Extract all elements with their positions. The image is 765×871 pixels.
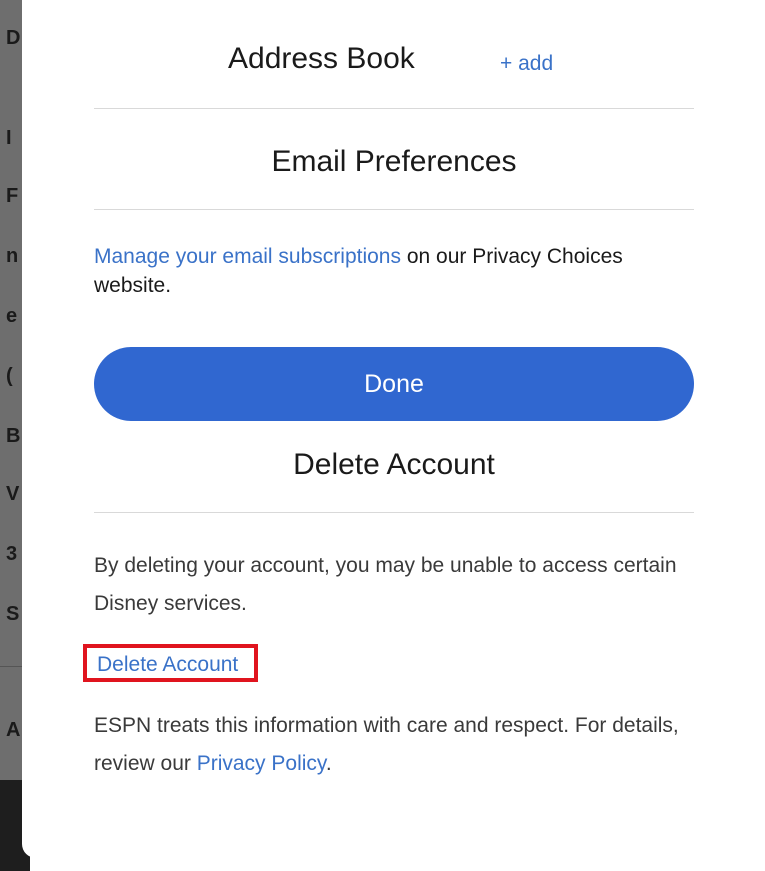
address-book-header: Address Book + add xyxy=(94,42,694,86)
privacy-notice-end: . xyxy=(325,752,332,775)
address-book-title: Address Book xyxy=(228,42,415,75)
delete-account-highlight: Delete Account xyxy=(83,644,258,682)
section-divider xyxy=(94,108,694,109)
delete-account-link[interactable]: Delete Account xyxy=(97,653,238,677)
section-divider xyxy=(94,209,694,210)
background-page: D I F n e ( B V 3 S A xyxy=(0,0,22,780)
privacy-policy-link[interactable]: Privacy Policy xyxy=(197,752,326,775)
account-settings-modal: Address Book + add Email Preferences Man… xyxy=(22,0,765,858)
background-text-fragment: ( xyxy=(6,365,13,387)
section-divider xyxy=(94,512,694,513)
email-subscriptions-text: Manage your email subscriptions on our P… xyxy=(94,242,704,300)
privacy-notice: ESPN treats this information with care a… xyxy=(94,707,704,783)
delete-account-title: Delete Account xyxy=(293,448,495,481)
background-text-fragment: S xyxy=(6,603,20,625)
background-divider xyxy=(0,666,22,667)
background-text-fragment: A xyxy=(6,719,21,741)
delete-account-warning: By deleting your account, you may be una… xyxy=(94,554,677,615)
background-text-fragment: D xyxy=(6,27,21,49)
background-text-fragment: n xyxy=(6,245,19,267)
done-button[interactable]: Done xyxy=(94,347,694,421)
background-text-fragment: F xyxy=(6,185,19,207)
email-preferences-title: Email Preferences xyxy=(271,145,517,178)
background-text-fragment: e xyxy=(6,305,18,327)
manage-subscriptions-link[interactable]: Manage your email subscriptions xyxy=(94,245,401,268)
background-text-fragment: I xyxy=(6,127,12,149)
add-address-link[interactable]: + add xyxy=(500,52,553,76)
background-text-fragment: B xyxy=(6,425,21,447)
background-text-fragment: 3 xyxy=(6,543,18,565)
background-text-fragment: V xyxy=(6,483,20,505)
privacy-notice-text: ESPN treats this information with care a… xyxy=(94,714,679,775)
